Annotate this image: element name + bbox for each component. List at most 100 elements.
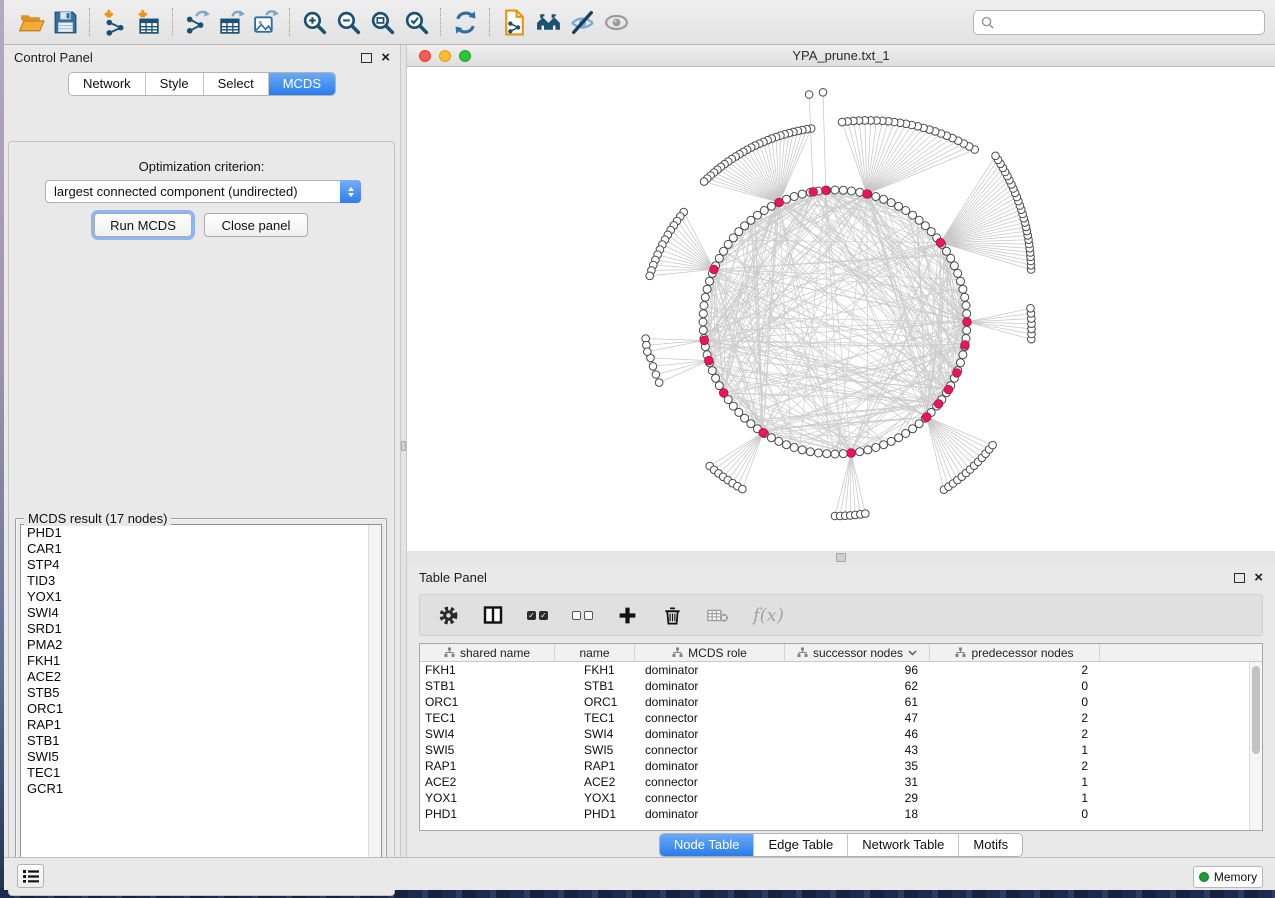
table-cell: 1 xyxy=(930,790,1100,806)
zoom-selected-button[interactable] xyxy=(399,5,433,39)
import-network-button[interactable] xyxy=(97,5,131,39)
mcds-result-item[interactable]: SWI4 xyxy=(21,605,381,621)
run-mcds-button[interactable]: Run MCDS xyxy=(94,213,192,237)
mcds-result-item[interactable]: TEC1 xyxy=(21,765,381,781)
tab-style[interactable]: Style xyxy=(146,73,204,95)
float-panel-icon[interactable] xyxy=(1234,573,1245,583)
tab-motifs[interactable]: Motifs xyxy=(959,834,1022,856)
table-row[interactable]: PHD1PHD1dominator180 xyxy=(420,806,1262,822)
table-row[interactable]: STB1STB1dominator620 xyxy=(420,678,1262,694)
function-builder-button[interactable]: f(x) xyxy=(753,605,784,626)
export-image-button[interactable] xyxy=(248,5,282,39)
close-panel-icon[interactable]: × xyxy=(1254,573,1263,583)
column-header-predecessor-nodes[interactable]: predecessor nodes xyxy=(930,644,1100,661)
table-row[interactable]: FKH1FKH1dominator962 xyxy=(420,662,1262,678)
column-header-MCDS-role[interactable]: MCDS role xyxy=(635,644,785,661)
splitter-grip[interactable] xyxy=(836,553,846,562)
table-row[interactable]: ACE2ACE2connector311 xyxy=(420,774,1262,790)
table-row[interactable]: YOX1YOX1connector291 xyxy=(420,790,1262,806)
mcds-result-item[interactable]: SRD1 xyxy=(21,621,381,637)
fit-content-button[interactable] xyxy=(365,5,399,39)
tab-network-table[interactable]: Network Table xyxy=(848,834,959,856)
table-row[interactable]: ORC1ORC1dominator610 xyxy=(420,694,1262,710)
table-cell: ORC1 xyxy=(555,694,635,710)
delete-column-button[interactable] xyxy=(662,605,683,626)
mcds-result-list[interactable]: PHD1CAR1STP4TID3YOX1SWI4SRD1PMA2FKH1ACE2… xyxy=(20,524,382,879)
mcds-result-item[interactable]: CAR1 xyxy=(21,541,381,557)
column-header-successor-nodes[interactable]: successor nodes xyxy=(785,644,930,661)
horizontal-splitter[interactable] xyxy=(407,551,1275,565)
table-cell: 2 xyxy=(930,710,1100,726)
table-cell: RAP1 xyxy=(420,758,555,774)
mcds-result-item[interactable]: FKH1 xyxy=(21,653,381,669)
table-cell: YOX1 xyxy=(555,790,635,806)
table-cell: 2 xyxy=(930,758,1100,774)
tab-select[interactable]: Select xyxy=(204,73,269,95)
refresh-button[interactable] xyxy=(448,5,482,39)
table-row[interactable]: TEC1TEC1connector472 xyxy=(420,710,1262,726)
mcds-result-item[interactable]: PHD1 xyxy=(21,525,381,541)
add-column-button[interactable] xyxy=(617,605,638,626)
export-network-button[interactable] xyxy=(180,5,214,39)
mcds-result-item[interactable]: STP4 xyxy=(21,557,381,573)
open-file-button[interactable] xyxy=(14,5,48,39)
search-input[interactable] xyxy=(999,15,1257,29)
splitter-grip[interactable] xyxy=(401,441,406,451)
mcds-result-item[interactable]: SWI5 xyxy=(21,749,381,765)
zoom-in-button[interactable] xyxy=(297,5,331,39)
zoom-out-button[interactable] xyxy=(331,5,365,39)
memory-button[interactable]: Memory xyxy=(1193,866,1263,888)
tab-edge-table[interactable]: Edge Table xyxy=(754,834,848,856)
settings-gear-button[interactable] xyxy=(438,605,459,626)
search-field[interactable] xyxy=(973,10,1265,35)
tab-node-table[interactable]: Node Table xyxy=(660,834,755,856)
hide-selected-button[interactable] xyxy=(565,5,599,39)
table-panel-title: Table Panel xyxy=(419,570,1234,585)
new-network-from-selection-button[interactable] xyxy=(497,5,531,39)
criterion-selected-value: largest connected component (undirected) xyxy=(46,184,340,199)
mcds-result-item[interactable]: PMA2 xyxy=(21,637,381,653)
close-panel-icon[interactable]: × xyxy=(381,53,390,63)
mcds-result-item[interactable]: GCR1 xyxy=(21,781,381,797)
table-cell: 46 xyxy=(785,726,930,742)
mcds-result-item[interactable]: ORC1 xyxy=(21,701,381,717)
deselect-all-button[interactable] xyxy=(572,611,593,620)
table-cell: TEC1 xyxy=(420,710,555,726)
show-all-button[interactable] xyxy=(599,5,633,39)
search-icon xyxy=(981,16,994,29)
scrollbar-thumb[interactable] xyxy=(1252,666,1260,754)
table-cell: 43 xyxy=(785,742,930,758)
optimization-criterion-dropdown[interactable]: largest connected component (undirected) xyxy=(45,180,361,203)
column-header-name[interactable]: name xyxy=(555,644,635,661)
tab-mcds[interactable]: MCDS xyxy=(269,73,335,95)
close-panel-button[interactable]: Close panel xyxy=(204,213,308,237)
table-row[interactable]: SWI5SWI5connector431 xyxy=(420,742,1262,758)
mcds-result-item[interactable]: STB5 xyxy=(21,685,381,701)
save-session-button[interactable] xyxy=(48,5,82,39)
export-table-button[interactable] xyxy=(214,5,248,39)
table-cell: PHD1 xyxy=(420,806,555,822)
select-all-button[interactable]: ✓✓ xyxy=(527,611,548,620)
delete-table-button[interactable] xyxy=(707,606,729,624)
graphics-details-button[interactable] xyxy=(531,5,565,39)
table-row[interactable]: RAP1RAP1dominator352 xyxy=(420,758,1262,774)
mcds-result-item[interactable]: YOX1 xyxy=(21,589,381,605)
tab-network[interactable]: Network xyxy=(69,73,146,95)
show-column-button[interactable] xyxy=(483,605,503,625)
mcds-result-item[interactable]: RAP1 xyxy=(21,717,381,733)
float-panel-icon[interactable] xyxy=(361,53,372,63)
mcds-result-item[interactable]: TID3 xyxy=(21,573,381,589)
network-graph xyxy=(407,67,1275,551)
network-canvas[interactable] xyxy=(407,67,1275,551)
mcds-result-item[interactable]: STB1 xyxy=(21,733,381,749)
vertical-splitter[interactable] xyxy=(400,45,407,857)
table-cell: STB1 xyxy=(420,678,555,694)
table-scrollbar[interactable] xyxy=(1249,662,1262,830)
import-table-button[interactable] xyxy=(131,5,165,39)
plus-icon xyxy=(617,605,638,626)
task-history-button[interactable] xyxy=(17,864,44,888)
table-row[interactable]: SWI4SWI4dominator462 xyxy=(420,726,1262,742)
mcds-list-scrollbar[interactable] xyxy=(368,525,381,878)
mcds-result-item[interactable]: ACE2 xyxy=(21,669,381,685)
column-header-shared-name[interactable]: shared name xyxy=(420,644,555,661)
